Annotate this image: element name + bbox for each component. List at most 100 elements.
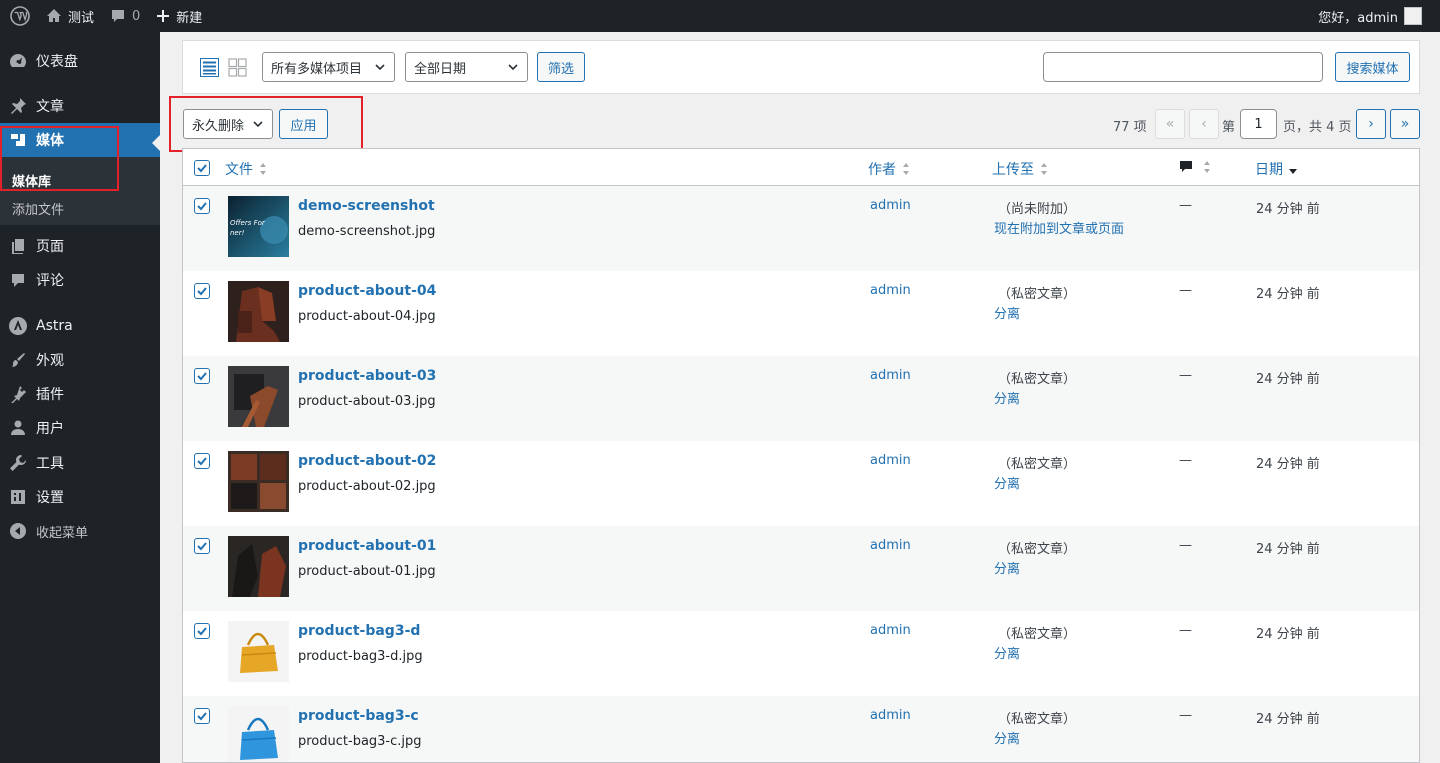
author-link[interactable]: admin [870,708,911,723]
wordpress-logo-icon[interactable] [0,0,38,32]
current-page-input[interactable]: 1 [1240,109,1277,139]
author-link[interactable]: admin [870,198,911,213]
menu-tools[interactable]: 工具 [0,446,160,480]
media-title-link[interactable]: product-about-04 [298,283,436,299]
column-author[interactable]: 作者 [868,159,910,179]
checkmark-icon [197,627,207,636]
menu-collapse[interactable]: 收起菜单 [0,514,160,548]
user-greeting[interactable]: 您好，admin [1318,7,1398,26]
list-view-icon[interactable] [200,58,219,77]
column-date[interactable]: 日期 [1255,159,1297,179]
new-content-link[interactable]: 新建 [148,0,210,32]
author-link[interactable]: admin [870,453,911,468]
table-row: product-about-02 product-about-02.jpg ad… [183,441,1419,526]
media-type-value: 所有多媒体项目 [271,61,363,77]
comment-bubble-icon [1179,160,1193,174]
media-thumbnail[interactable] [228,366,289,427]
detach-link[interactable]: 分离 [994,643,1020,662]
media-filename: product-about-02.jpg [298,479,436,494]
detach-link[interactable]: 分离 [994,558,1020,577]
menu-plugins[interactable]: 插件 [0,377,160,411]
submenu-add-file[interactable]: 添加文件 [12,199,64,218]
menu-users[interactable]: 用户 [0,411,160,445]
table-row: product-bag3-c product-bag3-c.jpg admin … [183,696,1419,762]
menu-astra[interactable]: Astra [0,309,160,343]
filter-button[interactable]: 筛选 [537,52,585,82]
media-title-link[interactable]: product-bag3-d [298,623,420,639]
column-comments[interactable] [1179,160,1211,174]
table-row: product-about-03 product-about-03.jpg ad… [183,356,1419,441]
prev-page-button[interactable]: ‹ [1189,109,1219,139]
date-select[interactable]: 全部日期 [405,52,528,82]
media-thumbnail[interactable] [228,536,289,597]
plus-icon [156,9,170,23]
author-link[interactable]: admin [870,538,911,553]
grid-view-icon[interactable] [228,58,247,77]
menu-label: 页面 [36,239,64,255]
media-type-select[interactable]: 所有多媒体项目 [262,52,395,82]
menu-label: 设置 [36,490,64,506]
select-all-checkbox[interactable] [194,160,210,176]
paintbrush-icon [0,351,36,369]
media-thumbnail[interactable] [228,706,289,762]
media-title-link[interactable]: product-about-01 [298,538,436,554]
author-link[interactable]: admin [870,368,911,383]
menu-pages[interactable]: 页面 [0,229,160,263]
last-page-button[interactable]: » [1390,109,1420,139]
menu-dashboard[interactable]: 仪表盘 [0,44,160,78]
table-row: product-about-01 product-about-01.jpg ad… [183,526,1419,611]
column-file[interactable]: 文件 [225,159,267,179]
media-thumbnail[interactable] [228,621,289,682]
first-page-button[interactable]: « [1155,109,1185,139]
detach-link[interactable]: 分离 [994,473,1020,492]
media-title-link[interactable]: product-about-02 [298,453,436,469]
media-thumbnail[interactable] [228,281,289,342]
detach-link[interactable]: 分离 [994,388,1020,407]
row-checkbox[interactable] [194,538,210,554]
settings-sliders-icon [0,488,36,506]
table-row: product-about-04 product-about-04.jpg ad… [183,271,1419,356]
media-thumbnail[interactable] [228,451,289,512]
comments-count: — [1179,623,1192,638]
row-checkbox[interactable] [194,198,210,214]
media-title-link[interactable]: demo-screenshot [298,198,435,214]
row-checkbox[interactable] [194,623,210,639]
menu-comments[interactable]: 评论 [0,263,160,297]
detach-link[interactable]: 分离 [994,728,1020,747]
media-title-link[interactable]: product-about-03 [298,368,436,384]
search-media-button[interactable]: 搜索媒体 [1335,52,1410,82]
detach-link[interactable]: 分离 [994,303,1020,322]
media-title-link[interactable]: product-bag3-c [298,708,419,724]
upload-date: 24 分钟 前 [1256,202,1320,217]
comments-count: — [1179,368,1192,383]
search-input[interactable] [1043,52,1323,82]
collapse-arrow-icon [0,522,36,540]
media-thumbnail[interactable]: Offers For ner! [228,196,289,257]
author-link[interactable]: admin [870,283,911,298]
row-checkbox[interactable] [194,453,210,469]
author-link[interactable]: admin [870,623,911,638]
menu-settings[interactable]: 设置 [0,480,160,514]
site-name-link[interactable]: 测试 [38,0,102,32]
column-author-label: 作者 [868,162,896,178]
menu-label: 收起菜单 [36,525,89,541]
menu-posts[interactable]: 文章 [0,89,160,123]
table-row: Offers For ner! demo-screenshot demo-scr… [183,186,1419,271]
comments-link[interactable]: 0 [102,0,148,32]
sort-arrows-icon [259,162,267,176]
page-prefix: 第 [1222,120,1236,135]
row-checkbox[interactable] [194,283,210,299]
menu-label: 用户 [36,421,64,437]
attach-action-link[interactable]: 现在附加到文章或页面 [994,218,1124,237]
column-uploaded-to[interactable]: 上传至 [992,159,1048,179]
media-filename: product-about-04.jpg [298,309,436,324]
attachment-status: （私密文章） [998,627,1077,642]
row-checkbox[interactable] [194,368,210,384]
menu-appearance[interactable]: 外观 [0,343,160,377]
attachment-status: （私密文章） [998,372,1077,387]
next-page-button[interactable]: › [1356,109,1386,139]
row-checkbox[interactable] [194,708,210,724]
column-file-label: 文件 [225,162,253,178]
avatar[interactable] [1404,7,1422,25]
sort-arrows-icon [1203,160,1211,174]
